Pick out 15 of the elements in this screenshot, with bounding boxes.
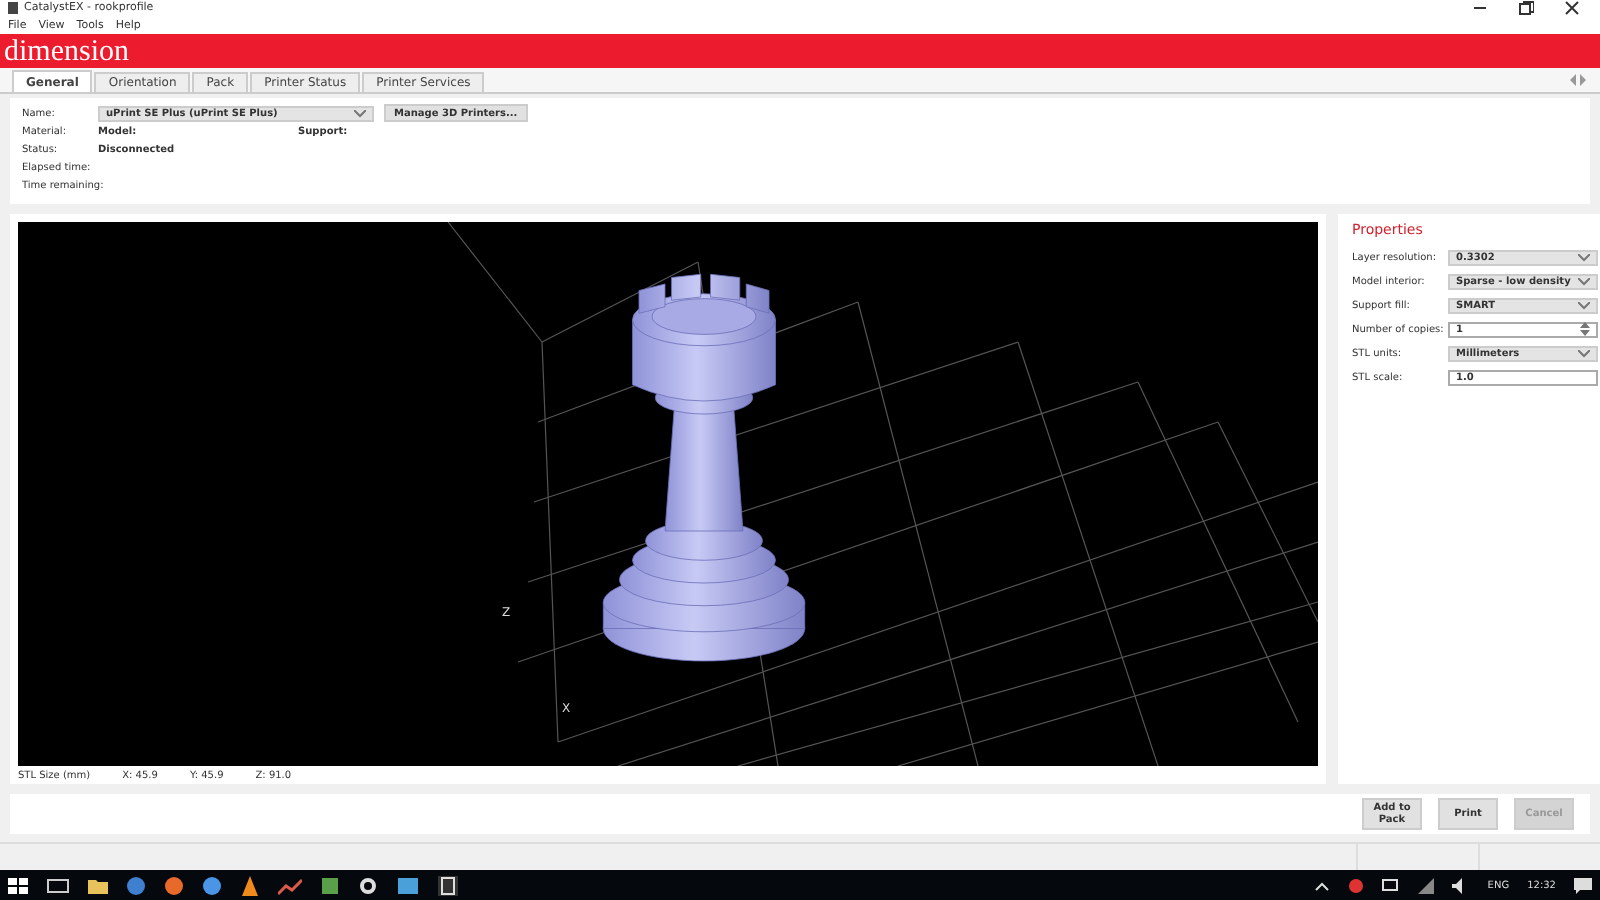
notification-icon[interactable] [1347,877,1364,894]
window-icon[interactable] [396,875,420,896]
restore-icon[interactable] [1518,0,1534,17]
task-view-icon[interactable] [46,875,70,896]
brand-logo: dimension [4,36,129,69]
gear-icon[interactable] [358,875,378,896]
start-icon[interactable] [8,875,28,896]
tab-scroll-icon[interactable] [1568,74,1588,87]
folder-icon[interactable] [88,875,108,896]
close-icon[interactable] [1564,0,1580,17]
cone-icon[interactable] [240,875,260,896]
chevron-icon[interactable] [1313,879,1330,892]
spinner-arrows-icon[interactable] [1580,322,1591,337]
chart-icon[interactable] [278,875,302,896]
action-center-icon[interactable] [1574,877,1592,894]
